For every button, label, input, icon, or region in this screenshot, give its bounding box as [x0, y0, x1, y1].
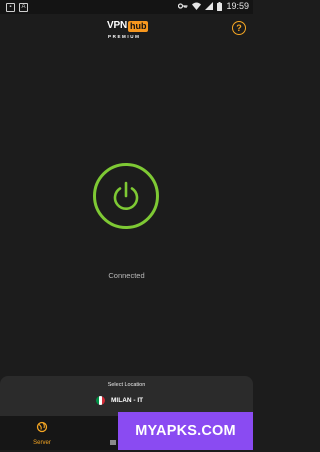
- power-icon: [113, 181, 139, 210]
- status-bar: ▪ A 19:59: [0, 0, 253, 14]
- nav-tab-icon[interactable]: [110, 434, 118, 452]
- power-button[interactable]: [93, 163, 159, 229]
- server-globe-icon: [36, 421, 48, 433]
- logo-hub-badge: hub: [127, 20, 149, 32]
- italy-flag-icon: [96, 396, 105, 405]
- watermark-banner: MYAPKS.COM: [118, 412, 253, 450]
- signal-icon: [205, 2, 214, 10]
- location-selector[interactable]: MILAN - IT: [96, 396, 143, 405]
- location-panel[interactable]: Select Location MILAN - IT: [0, 376, 253, 416]
- app-header: VPN hub PREMIUM ?: [0, 14, 253, 44]
- clock: 19:59: [226, 1, 249, 11]
- notification-box-icon: ▪: [6, 3, 15, 12]
- vpnhub-logo: VPN hub PREMIUM: [107, 20, 149, 42]
- logo-vpn-text: VPN: [107, 20, 127, 31]
- battery-icon: [217, 1, 223, 11]
- notification-a-icon: A: [19, 3, 28, 12]
- watermark-text: MYAPKS.COM: [135, 423, 236, 439]
- help-icon: ?: [236, 23, 242, 33]
- nav-flag-icon: [110, 440, 116, 445]
- vpn-key-icon: [178, 3, 188, 9]
- nav-server-tab[interactable]: Server: [22, 420, 62, 446]
- nav-server-label: Server: [33, 440, 51, 446]
- location-name: MILAN - IT: [111, 397, 144, 404]
- connection-status: Connected: [108, 271, 145, 280]
- wifi-icon: [192, 2, 202, 10]
- system-icons: 19:59: [178, 1, 249, 11]
- notification-icons: ▪ A: [6, 3, 28, 12]
- select-location-title: Select Location: [107, 382, 146, 388]
- logo-premium-text: PREMIUM: [108, 34, 141, 39]
- help-button[interactable]: ?: [232, 21, 246, 35]
